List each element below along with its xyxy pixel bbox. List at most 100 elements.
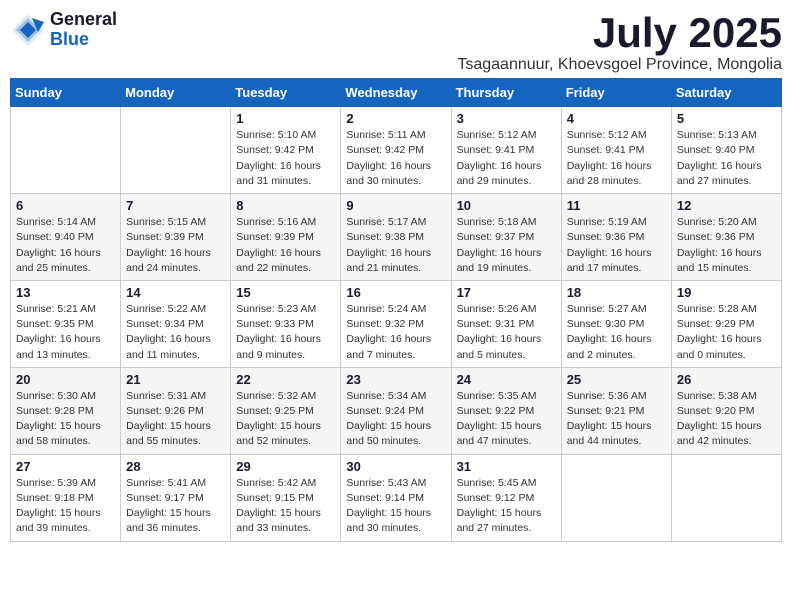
- header: General Blue July 2025 Tsagaannuur, Khoe…: [10, 10, 782, 74]
- location-subtitle: Tsagaannuur, Khoevsgoel Province, Mongol…: [457, 56, 782, 74]
- calendar-week-row: 1 Sunrise: 5:10 AM Sunset: 9:42 PM Daylig…: [11, 107, 782, 194]
- calendar-cell: 2 Sunrise: 5:11 AM Sunset: 9:42 PM Daylig…: [341, 107, 451, 194]
- calendar-cell: 7 Sunrise: 5:15 AM Sunset: 9:39 PM Daylig…: [121, 194, 231, 281]
- calendar-cell: 18Sunrise: 5:27 AM Sunset: 9:30 PM Dayli…: [561, 280, 671, 367]
- cell-daylight-text: Sunrise: 5:34 AM Sunset: 9:24 PM Dayligh…: [346, 389, 445, 450]
- day-number: 14: [126, 285, 225, 300]
- calendar-cell: [671, 454, 781, 541]
- day-number: 9: [346, 198, 445, 213]
- calendar-cell: [11, 107, 121, 194]
- weekday-header-thursday: Thursday: [451, 79, 561, 107]
- day-number: 5: [677, 111, 776, 126]
- cell-daylight-text: Sunrise: 5:20 AM Sunset: 9:36 PM Dayligh…: [677, 215, 776, 276]
- day-number: 1: [236, 111, 335, 126]
- cell-daylight-text: Sunrise: 5:13 AM Sunset: 9:40 PM Dayligh…: [677, 128, 776, 189]
- calendar-week-row: 13Sunrise: 5:21 AM Sunset: 9:35 PM Dayli…: [11, 280, 782, 367]
- weekday-header-sunday: Sunday: [11, 79, 121, 107]
- cell-daylight-text: Sunrise: 5:38 AM Sunset: 9:20 PM Dayligh…: [677, 389, 776, 450]
- calendar-cell: 21Sunrise: 5:31 AM Sunset: 9:26 PM Dayli…: [121, 367, 231, 454]
- calendar-cell: 16Sunrise: 5:24 AM Sunset: 9:32 PM Dayli…: [341, 280, 451, 367]
- day-number: 11: [567, 198, 666, 213]
- calendar-cell: 4 Sunrise: 5:12 AM Sunset: 9:41 PM Daylig…: [561, 107, 671, 194]
- day-number: 15: [236, 285, 335, 300]
- day-number: 27: [16, 459, 115, 474]
- calendar-cell: 23 Sunrise: 5:34 AM Sunset: 9:24 PM Dayli…: [341, 367, 451, 454]
- cell-daylight-text: Sunrise: 5:26 AM Sunset: 9:31 PM Dayligh…: [457, 302, 556, 363]
- calendar-cell: 13Sunrise: 5:21 AM Sunset: 9:35 PM Dayli…: [11, 280, 121, 367]
- logo: General Blue: [10, 10, 117, 50]
- weekday-header-monday: Monday: [121, 79, 231, 107]
- calendar-cell: 11 Sunrise: 5:19 AM Sunset: 9:36 PM Dayli…: [561, 194, 671, 281]
- day-number: 26: [677, 372, 776, 387]
- logo-blue-text: Blue: [50, 30, 117, 50]
- calendar-cell: 28 Sunrise: 5:41 AM Sunset: 9:17 PM Dayli…: [121, 454, 231, 541]
- calendar-cell: 29 Sunrise: 5:42 AM Sunset: 9:15 PM Dayli…: [231, 454, 341, 541]
- calendar-cell: 14 Sunrise: 5:22 AM Sunset: 9:34 PM Dayli…: [121, 280, 231, 367]
- cell-daylight-text: Sunrise: 5:12 AM Sunset: 9:41 PM Dayligh…: [457, 128, 556, 189]
- day-number: 3: [457, 111, 556, 126]
- day-number: 19: [677, 285, 776, 300]
- day-number: 23: [346, 372, 445, 387]
- day-number: 16: [346, 285, 445, 300]
- calendar-cell: 6 Sunrise: 5:14 AM Sunset: 9:40 PM Daylig…: [11, 194, 121, 281]
- logo-icon: [10, 12, 46, 48]
- day-number: 8: [236, 198, 335, 213]
- cell-daylight-text: Sunrise: 5:41 AM Sunset: 9:17 PM Dayligh…: [126, 476, 225, 537]
- day-number: 28: [126, 459, 225, 474]
- day-number: 2: [346, 111, 445, 126]
- day-number: 7: [126, 198, 225, 213]
- weekday-header-tuesday: Tuesday: [231, 79, 341, 107]
- day-number: 20: [16, 372, 115, 387]
- cell-daylight-text: Sunrise: 5:19 AM Sunset: 9:36 PM Dayligh…: [567, 215, 666, 276]
- cell-daylight-text: Sunrise: 5:39 AM Sunset: 9:18 PM Dayligh…: [16, 476, 115, 537]
- cell-daylight-text: Sunrise: 5:12 AM Sunset: 9:41 PM Dayligh…: [567, 128, 666, 189]
- day-number: 22: [236, 372, 335, 387]
- cell-daylight-text: Sunrise: 5:18 AM Sunset: 9:37 PM Dayligh…: [457, 215, 556, 276]
- calendar-cell: 10 Sunrise: 5:18 AM Sunset: 9:37 PM Dayli…: [451, 194, 561, 281]
- cell-daylight-text: Sunrise: 5:14 AM Sunset: 9:40 PM Dayligh…: [16, 215, 115, 276]
- calendar-cell: 17 Sunrise: 5:26 AM Sunset: 9:31 PM Dayli…: [451, 280, 561, 367]
- cell-daylight-text: Sunrise: 5:17 AM Sunset: 9:38 PM Dayligh…: [346, 215, 445, 276]
- calendar-cell: 9 Sunrise: 5:17 AM Sunset: 9:38 PM Daylig…: [341, 194, 451, 281]
- calendar-cell: 25Sunrise: 5:36 AM Sunset: 9:21 PM Dayli…: [561, 367, 671, 454]
- weekday-header-row: SundayMondayTuesdayWednesdayThursdayFrid…: [11, 79, 782, 107]
- cell-daylight-text: Sunrise: 5:21 AM Sunset: 9:35 PM Dayligh…: [16, 302, 115, 363]
- cell-daylight-text: Sunrise: 5:36 AM Sunset: 9:21 PM Dayligh…: [567, 389, 666, 450]
- calendar-cell: 12 Sunrise: 5:20 AM Sunset: 9:36 PM Dayli…: [671, 194, 781, 281]
- cell-daylight-text: Sunrise: 5:16 AM Sunset: 9:39 PM Dayligh…: [236, 215, 335, 276]
- calendar-cell: 22 Sunrise: 5:32 AM Sunset: 9:25 PM Dayli…: [231, 367, 341, 454]
- calendar-week-row: 27 Sunrise: 5:39 AM Sunset: 9:18 PM Dayli…: [11, 454, 782, 541]
- day-number: 10: [457, 198, 556, 213]
- day-number: 6: [16, 198, 115, 213]
- cell-daylight-text: Sunrise: 5:10 AM Sunset: 9:42 PM Dayligh…: [236, 128, 335, 189]
- cell-daylight-text: Sunrise: 5:45 AM Sunset: 9:12 PM Dayligh…: [457, 476, 556, 537]
- weekday-header-saturday: Saturday: [671, 79, 781, 107]
- calendar-cell: [121, 107, 231, 194]
- calendar-week-row: 20 Sunrise: 5:30 AM Sunset: 9:28 PM Dayli…: [11, 367, 782, 454]
- cell-daylight-text: Sunrise: 5:30 AM Sunset: 9:28 PM Dayligh…: [16, 389, 115, 450]
- weekday-header-wednesday: Wednesday: [341, 79, 451, 107]
- day-number: 29: [236, 459, 335, 474]
- day-number: 4: [567, 111, 666, 126]
- logo-general-text: General: [50, 10, 117, 30]
- day-number: 17: [457, 285, 556, 300]
- calendar-table: SundayMondayTuesdayWednesdayThursdayFrid…: [10, 78, 782, 541]
- day-number: 12: [677, 198, 776, 213]
- cell-daylight-text: Sunrise: 5:22 AM Sunset: 9:34 PM Dayligh…: [126, 302, 225, 363]
- cell-daylight-text: Sunrise: 5:43 AM Sunset: 9:14 PM Dayligh…: [346, 476, 445, 537]
- calendar-cell: 31Sunrise: 5:45 AM Sunset: 9:12 PM Dayli…: [451, 454, 561, 541]
- cell-daylight-text: Sunrise: 5:42 AM Sunset: 9:15 PM Dayligh…: [236, 476, 335, 537]
- cell-daylight-text: Sunrise: 5:31 AM Sunset: 9:26 PM Dayligh…: [126, 389, 225, 450]
- month-year-title: July 2025: [457, 10, 782, 56]
- day-number: 30: [346, 459, 445, 474]
- cell-daylight-text: Sunrise: 5:23 AM Sunset: 9:33 PM Dayligh…: [236, 302, 335, 363]
- calendar-cell: 15 Sunrise: 5:23 AM Sunset: 9:33 PM Dayli…: [231, 280, 341, 367]
- calendar-cell: 5 Sunrise: 5:13 AM Sunset: 9:40 PM Daylig…: [671, 107, 781, 194]
- calendar-cell: 1 Sunrise: 5:10 AM Sunset: 9:42 PM Daylig…: [231, 107, 341, 194]
- calendar-cell: 24Sunrise: 5:35 AM Sunset: 9:22 PM Dayli…: [451, 367, 561, 454]
- weekday-header-friday: Friday: [561, 79, 671, 107]
- cell-daylight-text: Sunrise: 5:32 AM Sunset: 9:25 PM Dayligh…: [236, 389, 335, 450]
- cell-daylight-text: Sunrise: 5:15 AM Sunset: 9:39 PM Dayligh…: [126, 215, 225, 276]
- cell-daylight-text: Sunrise: 5:11 AM Sunset: 9:42 PM Dayligh…: [346, 128, 445, 189]
- calendar-week-row: 6 Sunrise: 5:14 AM Sunset: 9:40 PM Daylig…: [11, 194, 782, 281]
